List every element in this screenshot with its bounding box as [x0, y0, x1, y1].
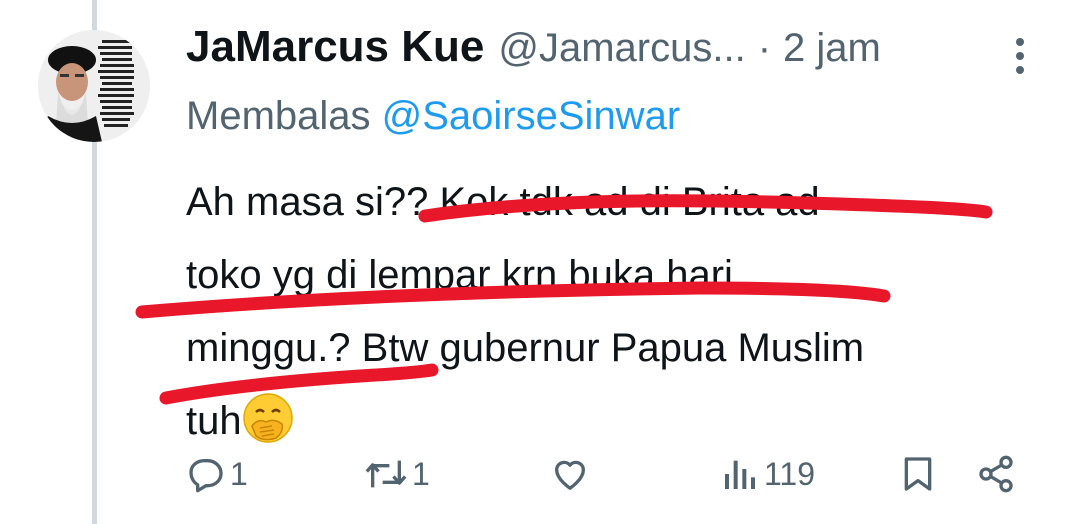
avatar[interactable] [38, 30, 150, 142]
tweet-text-line: minggu.? Btw gubernur Papua Muslim [186, 326, 865, 370]
separator-dot: · [757, 26, 772, 70]
face-with-hand-over-mouth-emoji [242, 392, 294, 444]
reply-mention-link[interactable]: @SaoirseSinwar [382, 94, 681, 138]
tweet-header: JaMarcus Kue @Jamarcus... · 2 jam [186, 22, 881, 82]
action-bar: 1 1 119 [186, 448, 1046, 500]
avatar-image [38, 30, 150, 142]
retweet-button[interactable]: 1 [364, 448, 430, 500]
retweet-icon [365, 460, 407, 488]
heart-icon [555, 460, 585, 490]
author-handle[interactable]: @Jamarcus... [498, 26, 745, 71]
reply-button[interactable]: 1 [186, 448, 248, 500]
tweet-text-line: Ah masa si?? Kok tdk ad di Brita ad [186, 180, 820, 224]
retweet-count: 1 [412, 455, 430, 492]
more-vertical-icon [1016, 38, 1024, 74]
views-button[interactable]: 119 [720, 448, 815, 500]
reply-context: Membalas @SaoirseSinwar [186, 94, 680, 139]
tweet-text-last: tuh [186, 399, 242, 443]
tweet-text-line: toko yg di lempar krn buka hari [186, 253, 733, 297]
more-options-button[interactable] [1008, 36, 1032, 76]
views-count: 119 [764, 455, 816, 492]
bookmark-icon [904, 457, 932, 491]
reply-prefix: Membalas [186, 94, 371, 138]
author-name[interactable]: JaMarcus Kue [186, 22, 484, 72]
share-icon [979, 455, 1013, 493]
timestamp[interactable]: 2 jam [783, 26, 881, 71]
views-icon [725, 460, 755, 489]
like-button[interactable] [550, 448, 590, 500]
reply-count: 1 [230, 455, 248, 492]
share-button[interactable] [976, 448, 1016, 500]
reply-icon [189, 459, 223, 493]
tweet-text: Ah masa si?? Kok tdk ad di Brita ad toko… [186, 166, 1066, 458]
bookmark-button[interactable] [898, 448, 938, 500]
